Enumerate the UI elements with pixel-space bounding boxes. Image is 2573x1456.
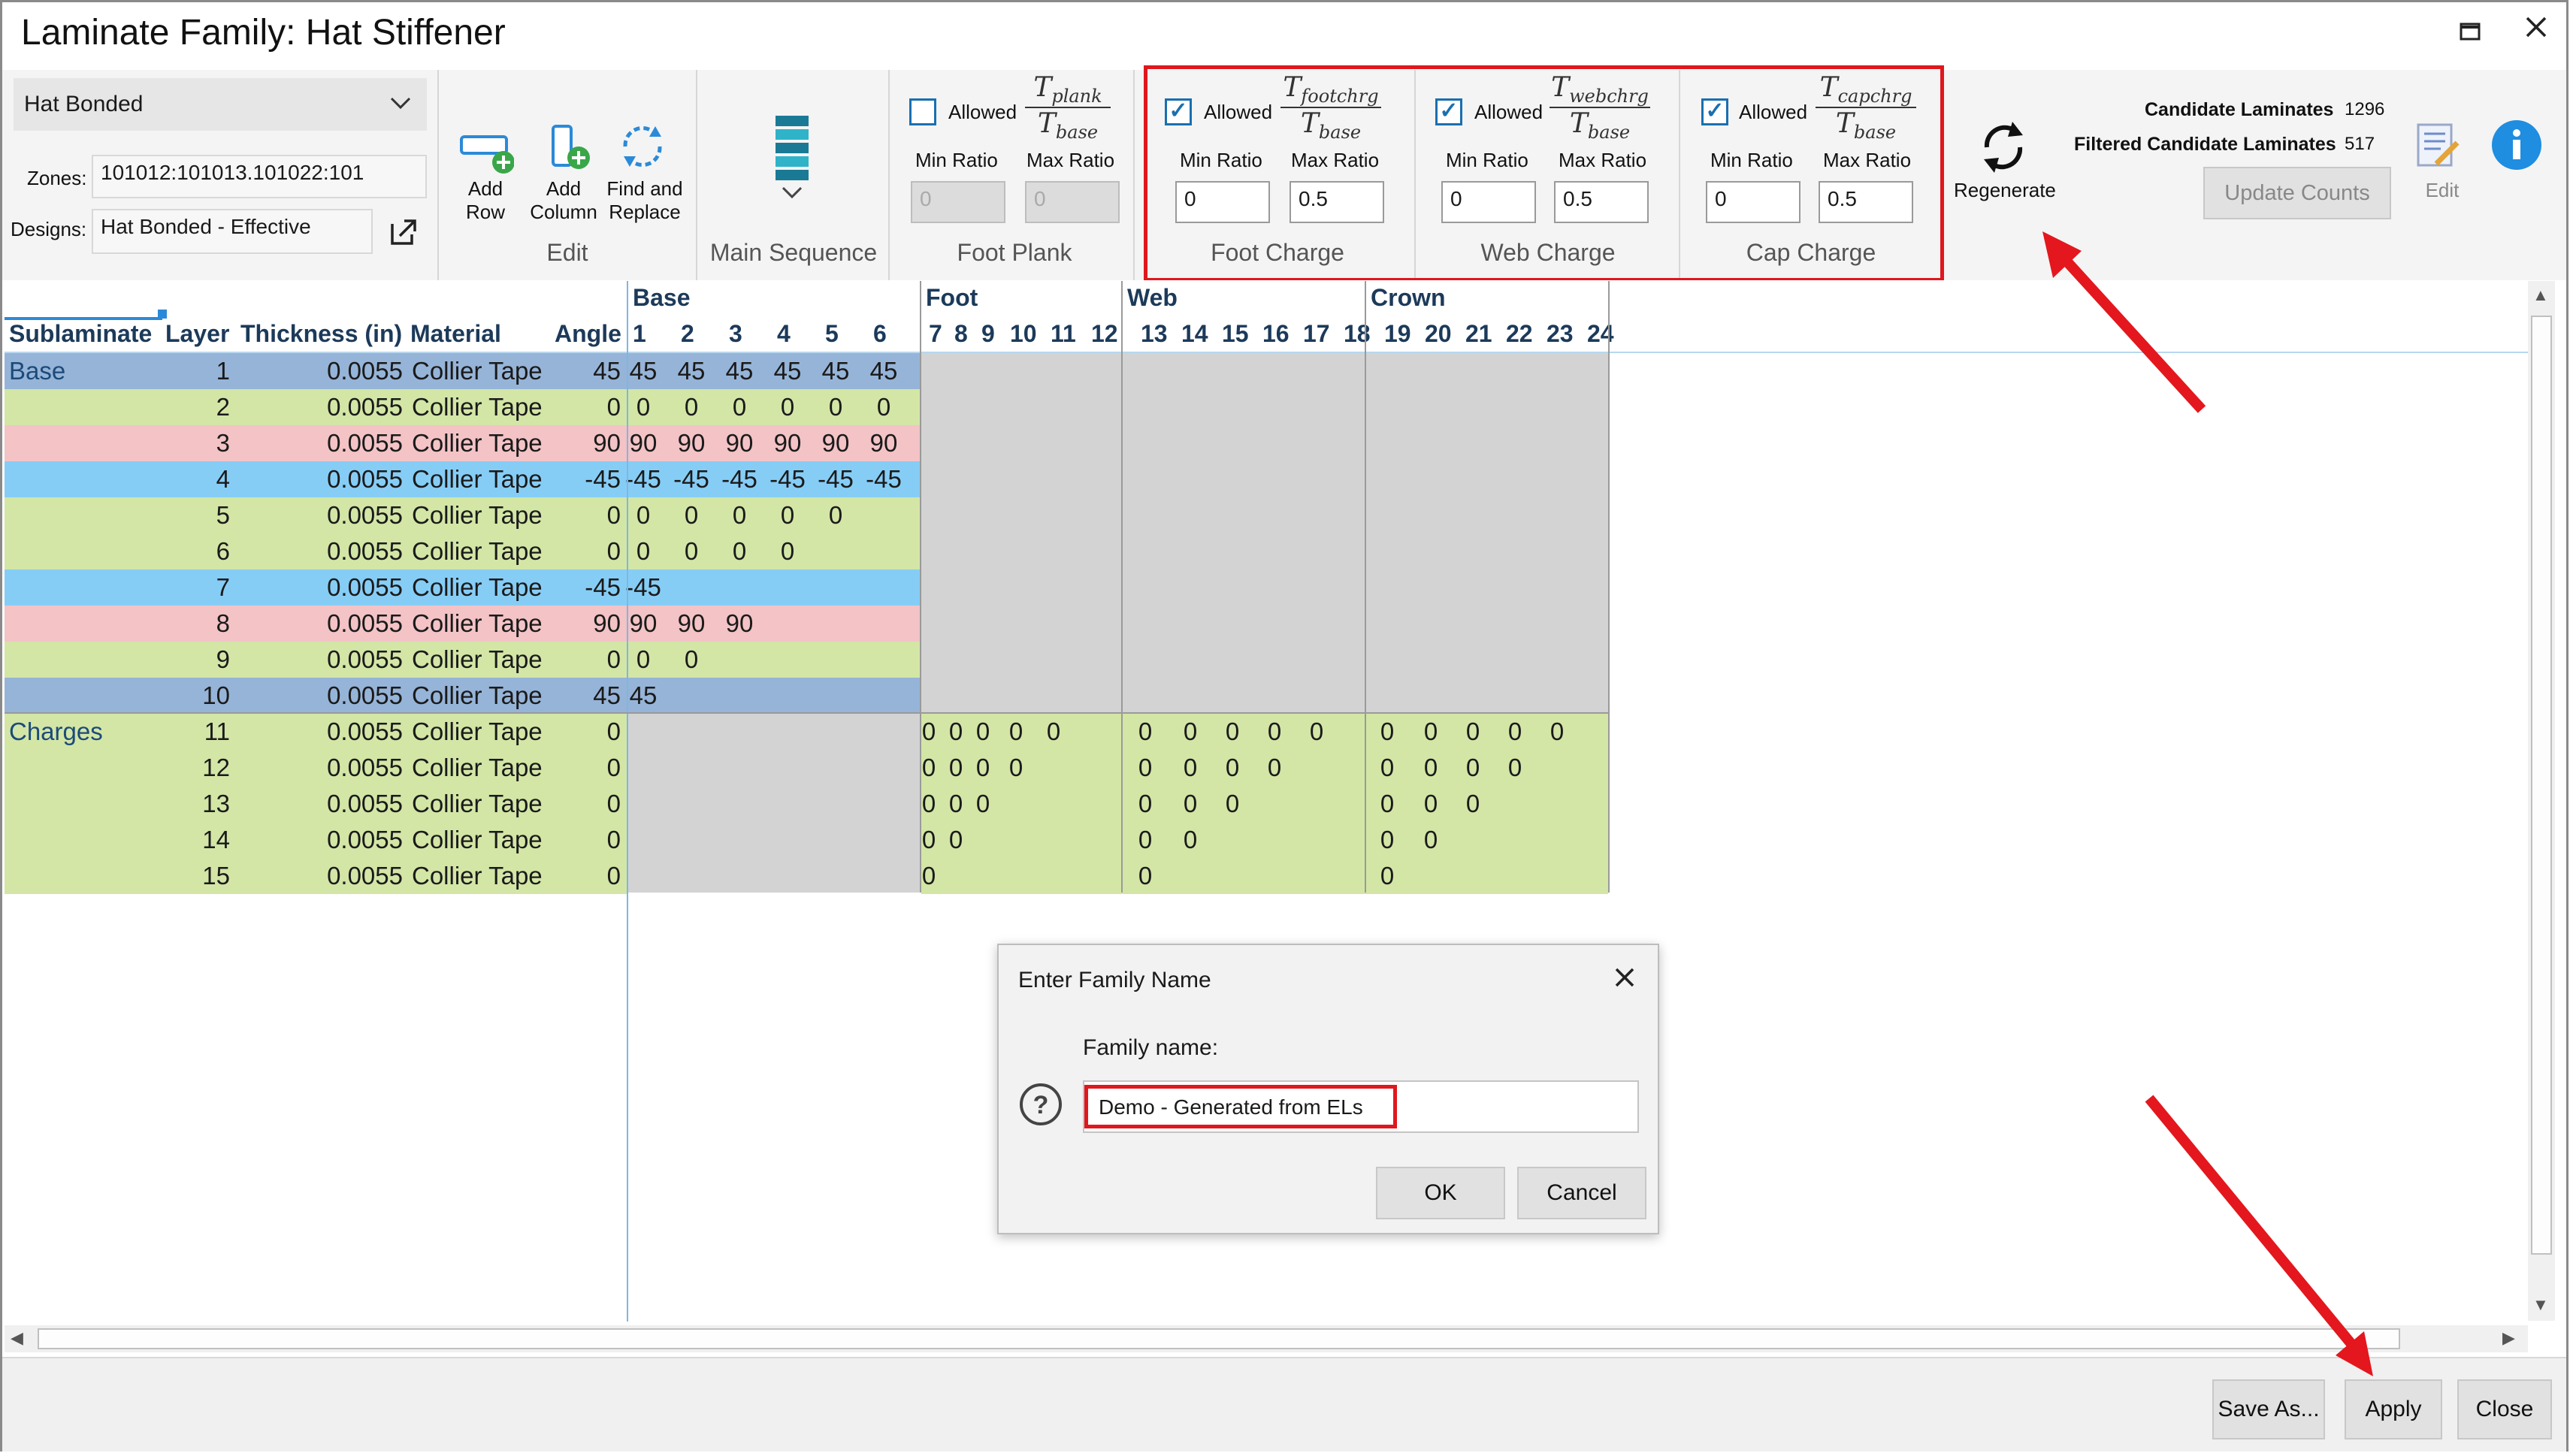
annotation-arrow-regenerate bbox=[2058, 253, 2206, 413]
annotation-arrows bbox=[2042, 231, 2373, 1376]
annotation-arrow-apply bbox=[2145, 1095, 2357, 1349]
